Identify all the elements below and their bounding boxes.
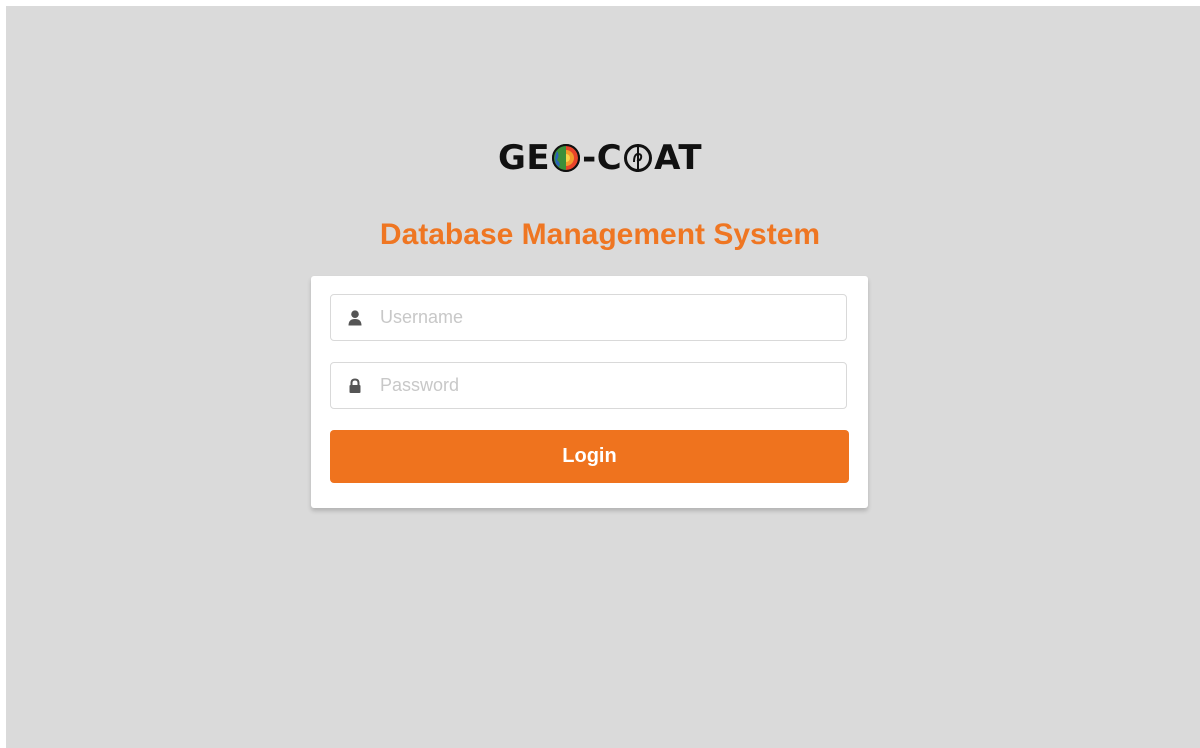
logo: GE -C AT bbox=[0, 138, 1200, 178]
login-card: Login bbox=[311, 276, 868, 508]
page-title: Database Management System bbox=[379, 218, 821, 251]
logo-wordmark: GE -C AT bbox=[498, 141, 702, 175]
circular-symbol-icon bbox=[624, 144, 653, 172]
password-input[interactable] bbox=[380, 363, 830, 408]
user-icon bbox=[348, 310, 362, 326]
username-field[interactable] bbox=[330, 294, 847, 341]
login-button[interactable]: Login bbox=[330, 430, 849, 483]
lock-icon bbox=[349, 378, 361, 393]
password-field[interactable] bbox=[330, 362, 847, 409]
logo-text-part: GE bbox=[497, 138, 551, 178]
logo-text-part: -C bbox=[582, 138, 623, 178]
username-input[interactable] bbox=[380, 295, 830, 340]
logo-text-part: AT bbox=[654, 138, 703, 178]
earth-core-globe-icon bbox=[552, 144, 581, 172]
